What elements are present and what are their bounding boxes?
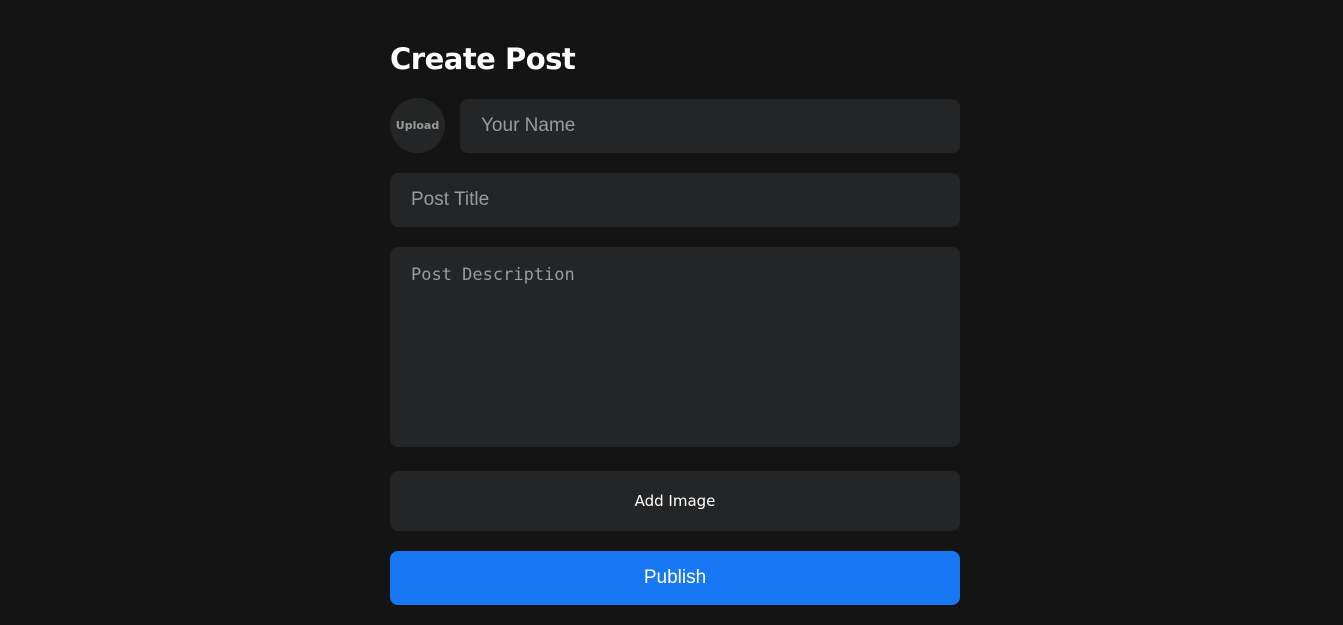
post-title-input[interactable]: [390, 173, 960, 227]
add-image-label: Add Image: [634, 492, 716, 510]
publish-label: Publish: [643, 567, 707, 588]
name-input[interactable]: [460, 99, 960, 153]
upload-label: Upload: [395, 119, 440, 132]
publish-button[interactable]: Publish: [390, 551, 960, 605]
avatar-upload-button[interactable]: Upload: [390, 98, 445, 153]
post-description-textarea[interactable]: [390, 247, 960, 447]
page-title: Create Post: [390, 42, 576, 76]
add-image-button[interactable]: Add Image: [390, 471, 960, 531]
